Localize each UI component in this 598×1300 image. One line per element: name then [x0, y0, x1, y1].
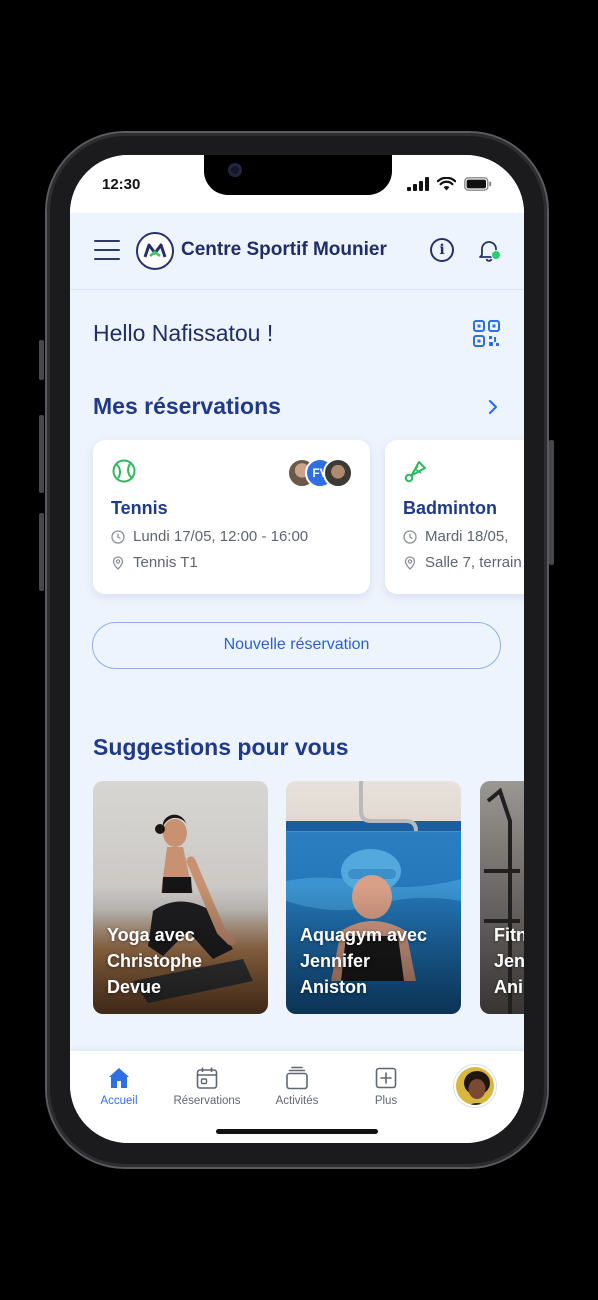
- tennis-ball-icon: [112, 459, 136, 483]
- volume-down-button: [39, 513, 44, 591]
- info-icon[interactable]: i: [430, 238, 454, 262]
- participant-avatar: [323, 458, 353, 488]
- reservation-date: Mardi 18/05,: [403, 528, 508, 545]
- reservation-card-badminton[interactable]: Badminton Mardi 18/05, Salle 7, terrain: [385, 440, 524, 594]
- front-camera: [228, 163, 242, 177]
- clock-icon: [111, 529, 125, 544]
- shuttlecock-icon: [404, 461, 426, 483]
- notification-dot: [491, 250, 501, 260]
- reservations-title: Mes réservations: [93, 393, 281, 419]
- reservation-date-text: Mardi 18/05,: [425, 528, 509, 545]
- tab-label: Plus: [374, 1095, 398, 1107]
- tab-label: Accueil: [100, 1095, 138, 1107]
- home-icon: [109, 1068, 129, 1088]
- battery-icon: [464, 177, 492, 191]
- qr-code-icon[interactable]: [473, 320, 500, 347]
- tab-reservations[interactable]: Réservations: [162, 1065, 252, 1107]
- reservation-sport: Badminton: [403, 498, 497, 518]
- calendar-icon: [196, 1067, 218, 1089]
- home-indicator: [216, 1129, 378, 1134]
- reservation-card-tennis[interactable]: FV Tennis Lundi 17/05, 12:00 - 16:00 Ten…: [93, 440, 370, 594]
- greeting: Hello Nafissatou !: [93, 320, 274, 346]
- status-icons: [407, 177, 492, 191]
- suggestion-card-fitness[interactable]: Fitn Jen Ani: [480, 781, 524, 1014]
- tab-accueil[interactable]: Accueil: [74, 1065, 164, 1107]
- stack-icon: [286, 1066, 308, 1090]
- wifi-icon: [437, 177, 456, 191]
- reservation-sport: Tennis: [111, 498, 168, 518]
- suggestion-card-yoga[interactable]: Yoga avec Christophe Devue: [93, 781, 268, 1014]
- location-pin-icon: [112, 555, 124, 570]
- app-screen: 12:30 Centre Sportif Mounier i Hello Naf…: [70, 155, 524, 1143]
- power-button: [549, 440, 554, 565]
- tab-label: Activités: [275, 1095, 319, 1107]
- profile-avatar[interactable]: [454, 1065, 496, 1107]
- app-header: Centre Sportif Mounier i: [70, 213, 524, 290]
- suggestion-title: Yoga avec Christophe Devue: [107, 925, 203, 997]
- participant-avatars: FV: [287, 458, 353, 488]
- reservation-location: Tennis T1: [111, 554, 198, 571]
- suggestion-title: Fitn Jen Ani: [494, 925, 524, 997]
- reservation-date-text: Lundi 17/05, 12:00 - 16:00: [133, 528, 309, 545]
- suggestion-card-aquagym[interactable]: Aquagym avec Jennifer Aniston: [286, 781, 461, 1014]
- tab-plus[interactable]: Plus: [341, 1065, 431, 1107]
- chevron-right-icon[interactable]: [484, 398, 502, 416]
- plus-square-icon: [375, 1067, 397, 1089]
- tab-label: Réservations: [173, 1095, 241, 1107]
- mute-switch: [39, 340, 44, 380]
- signal-icon: [407, 177, 429, 191]
- tab-activites[interactable]: Activités: [252, 1065, 342, 1107]
- menu-icon[interactable]: [94, 240, 120, 260]
- reservation-location-text: Salle 7, terrain: [425, 554, 522, 571]
- brand-logo: [136, 232, 174, 270]
- brand-name: Centre Sportif Mounier: [181, 239, 387, 260]
- status-bar: 12:30: [70, 155, 524, 213]
- reservation-location: Salle 7, terrain: [403, 554, 522, 571]
- suggestion-title: Aquagym avec Jennifer Aniston: [300, 925, 428, 997]
- reservation-date: Lundi 17/05, 12:00 - 16:00: [111, 528, 308, 545]
- location-pin-icon: [404, 555, 416, 570]
- suggestions-title: Suggestions pour vous: [93, 734, 349, 760]
- reservation-location-text: Tennis T1: [133, 554, 198, 571]
- new-reservation-button[interactable]: Nouvelle réservation: [92, 622, 501, 669]
- status-time: 12:30: [102, 176, 141, 193]
- clock-icon: [403, 529, 417, 544]
- avatar-photo: [456, 1067, 494, 1105]
- notch: [204, 155, 392, 195]
- volume-up-button: [39, 415, 44, 493]
